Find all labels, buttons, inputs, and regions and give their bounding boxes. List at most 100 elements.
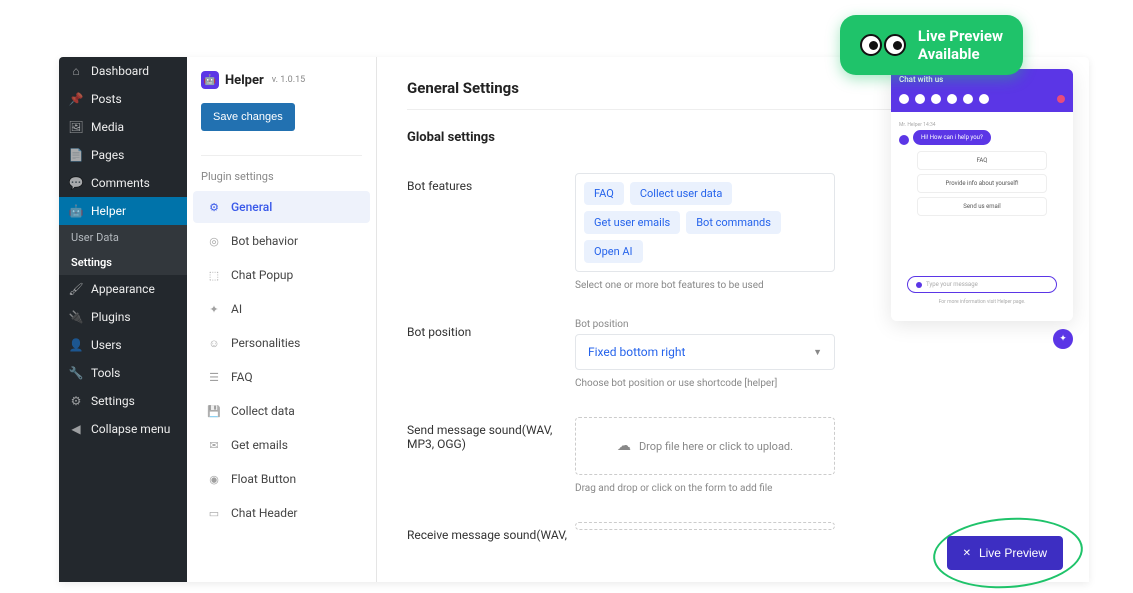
wp-menu-users[interactable]: 👤 Users: [59, 331, 187, 359]
menu-label: Collapse menu: [91, 422, 170, 436]
settings-icon: ⚙: [69, 394, 83, 408]
users-icon: 👤: [69, 338, 83, 352]
collect-icon: 💾: [207, 404, 221, 418]
chevron-down-icon: ▼: [813, 347, 822, 358]
field-label: Receive message sound(WAV,: [407, 522, 575, 542]
plugin-tab-label: Personalities: [231, 336, 300, 350]
chat-input: Type your message: [907, 276, 1057, 293]
cloud-upload-icon: ☁: [617, 438, 631, 454]
wp-menu-dashboard[interactable]: ⌂Dashboard: [59, 57, 187, 85]
plugin-tab-label: Float Button: [231, 472, 296, 486]
posts-icon: 📌: [69, 92, 83, 106]
menu-label: Posts: [91, 92, 122, 106]
menu-label: Comments: [91, 176, 150, 190]
plugin-tab-label: Collect data: [231, 404, 295, 418]
feature-chip[interactable]: Bot commands: [686, 211, 781, 234]
plugin-settings-column: 🤖 Helper v. 1.0.15 Save changes Plugin s…: [187, 57, 377, 582]
feature-chip[interactable]: Collect user data: [630, 182, 733, 205]
feature-chip[interactable]: Get user emails: [584, 211, 680, 234]
send-sound-dropzone[interactable]: ☁ Drop file here or click to upload.: [575, 417, 835, 475]
bot-position-select[interactable]: Fixed bottom right ▼: [575, 334, 835, 370]
bot-avatar-icon: [899, 135, 909, 145]
menu-label: Users: [91, 338, 122, 352]
menu-label: Helper: [91, 204, 126, 218]
wp-submenu-user-data[interactable]: User Data: [59, 225, 187, 250]
social-icon: [963, 94, 973, 104]
receive-sound-dropzone[interactable]: [575, 522, 835, 530]
plugin-tab-label: Bot behavior: [231, 234, 298, 248]
chat-preview: Chat with us Mr. Helper 14:34 Hi! How ca…: [891, 69, 1073, 321]
field-label: Bot position: [407, 319, 575, 339]
plugin-section-label: Plugin settings: [187, 166, 376, 191]
plugin-name: Helper: [225, 73, 264, 88]
wp-menu-posts[interactable]: 📌 Posts: [59, 85, 187, 113]
close-icon: [1057, 95, 1065, 103]
chat-option: FAQ: [917, 151, 1047, 170]
hint-text: Drag and drop or click on the form to ad…: [575, 483, 835, 494]
social-icon: [947, 94, 957, 104]
plugin-title: 🤖 Helper v. 1.0.15: [201, 71, 362, 89]
wp-menu-settings[interactable]: ⚙Settings: [59, 387, 187, 415]
helper-logo-icon: 🤖: [201, 71, 219, 89]
chat-preview-panel: Chat with us Mr. Helper 14:34 Hi! How ca…: [891, 69, 1073, 321]
emails-icon: ✉: [207, 438, 221, 452]
wp-menu-comments[interactable]: 💬 Comments: [59, 169, 187, 197]
app-shell: ⌂Dashboard📌Posts🖼Media📄Pages💬Comments🤖He…: [59, 57, 1089, 582]
menu-label: Tools: [91, 366, 120, 380]
plugin-tab-chat-popup[interactable]: ⬚Chat Popup: [193, 259, 370, 291]
live-preview-badge[interactable]: Live Preview Available: [840, 15, 1023, 75]
plugin-tab-general[interactable]: ⚙ General: [193, 191, 370, 223]
dashboard-icon: ⌂: [69, 64, 83, 78]
plugin-tab-get-emails[interactable]: ✉ Get emails: [193, 429, 370, 461]
menu-label: Appearance: [91, 282, 155, 296]
popup-icon: ⬚: [207, 268, 221, 282]
plugin-tab-label: Chat Header: [231, 506, 298, 520]
field-send-sound: Send message sound(WAV, MP3, OGG) ☁ Drop…: [407, 417, 1059, 494]
dropzone-text: Drop file here or click to upload.: [639, 440, 793, 453]
plugin-tab-ai[interactable]: ✦AI: [193, 293, 370, 325]
chat-option: Provide info about yourself!: [917, 174, 1047, 193]
feature-chip[interactable]: Open AI: [584, 240, 643, 263]
wp-menu-appearance[interactable]: 🖌 Appearance: [59, 275, 187, 303]
tools-icon: 🔧: [69, 366, 83, 380]
wp-menu-pages[interactable]: 📄Pages: [59, 141, 187, 169]
float-icon: ◉: [207, 472, 221, 486]
feature-chip[interactable]: FAQ: [584, 182, 624, 205]
chat-bubble: Hi! How can i help you?: [913, 130, 991, 145]
plugin-tab-label: FAQ: [231, 370, 253, 384]
chat-footer: For more information visit Helper page.: [899, 297, 1065, 311]
wp-menu-media[interactable]: 🖼 Media: [59, 113, 187, 141]
chat-social-icons: [891, 90, 1073, 112]
gear-icon: ⚙: [207, 200, 221, 214]
comments-icon: 💬: [69, 176, 83, 190]
plugin-tab-float-button[interactable]: ◉ Float Button: [193, 463, 370, 495]
media-icon: 🖼: [69, 120, 83, 134]
live-preview-button[interactable]: ✕ Live Preview: [947, 536, 1063, 570]
plugin-tab-personalities[interactable]: ☺Personalities: [193, 327, 370, 359]
field-label: Bot features: [407, 173, 575, 193]
menu-label: Plugins: [91, 310, 131, 324]
plugin-tab-bot-behavior[interactable]: ◎ Bot behavior: [193, 225, 370, 257]
appearance-icon: 🖌: [69, 282, 83, 296]
header-icon: ▭: [207, 506, 221, 520]
menu-label: Media: [91, 120, 124, 134]
plugin-tab-faq[interactable]: ☰FAQ: [193, 361, 370, 393]
wp-menu-tools[interactable]: 🔧 Tools: [59, 359, 187, 387]
plugin-tab-label: Get emails: [231, 438, 288, 452]
bot-features-chips[interactable]: FAQ Collect user data Get user emails Bot c…: [575, 173, 835, 272]
collapse-icon: ◀: [69, 422, 83, 436]
plugin-tab-collect-data[interactable]: 💾 Collect data: [193, 395, 370, 427]
wp-menu-helper[interactable]: 🤖Helper: [59, 197, 187, 225]
main-content: General Settings Global settings Bot fea…: [377, 57, 1089, 582]
wp-menu-collapse-menu[interactable]: ◀ Collapse menu: [59, 415, 187, 443]
behavior-icon: ◎: [207, 234, 221, 248]
social-icon: [931, 94, 941, 104]
plugin-tab-label: General: [231, 200, 272, 214]
small-label: Bot position: [575, 319, 835, 330]
wp-submenu-settings[interactable]: Settings: [59, 250, 187, 275]
wp-menu-plugins[interactable]: 🔌Plugins: [59, 303, 187, 331]
wp-admin-sidebar: ⌂Dashboard 📌 Posts 🖼 Media 📄Pages 💬 Comments 🤖He…: [59, 57, 187, 582]
chat-option: Send us email: [917, 197, 1047, 216]
save-changes-button[interactable]: Save changes: [201, 103, 295, 131]
plugin-tab-chat-header[interactable]: ▭ Chat Header: [193, 497, 370, 529]
